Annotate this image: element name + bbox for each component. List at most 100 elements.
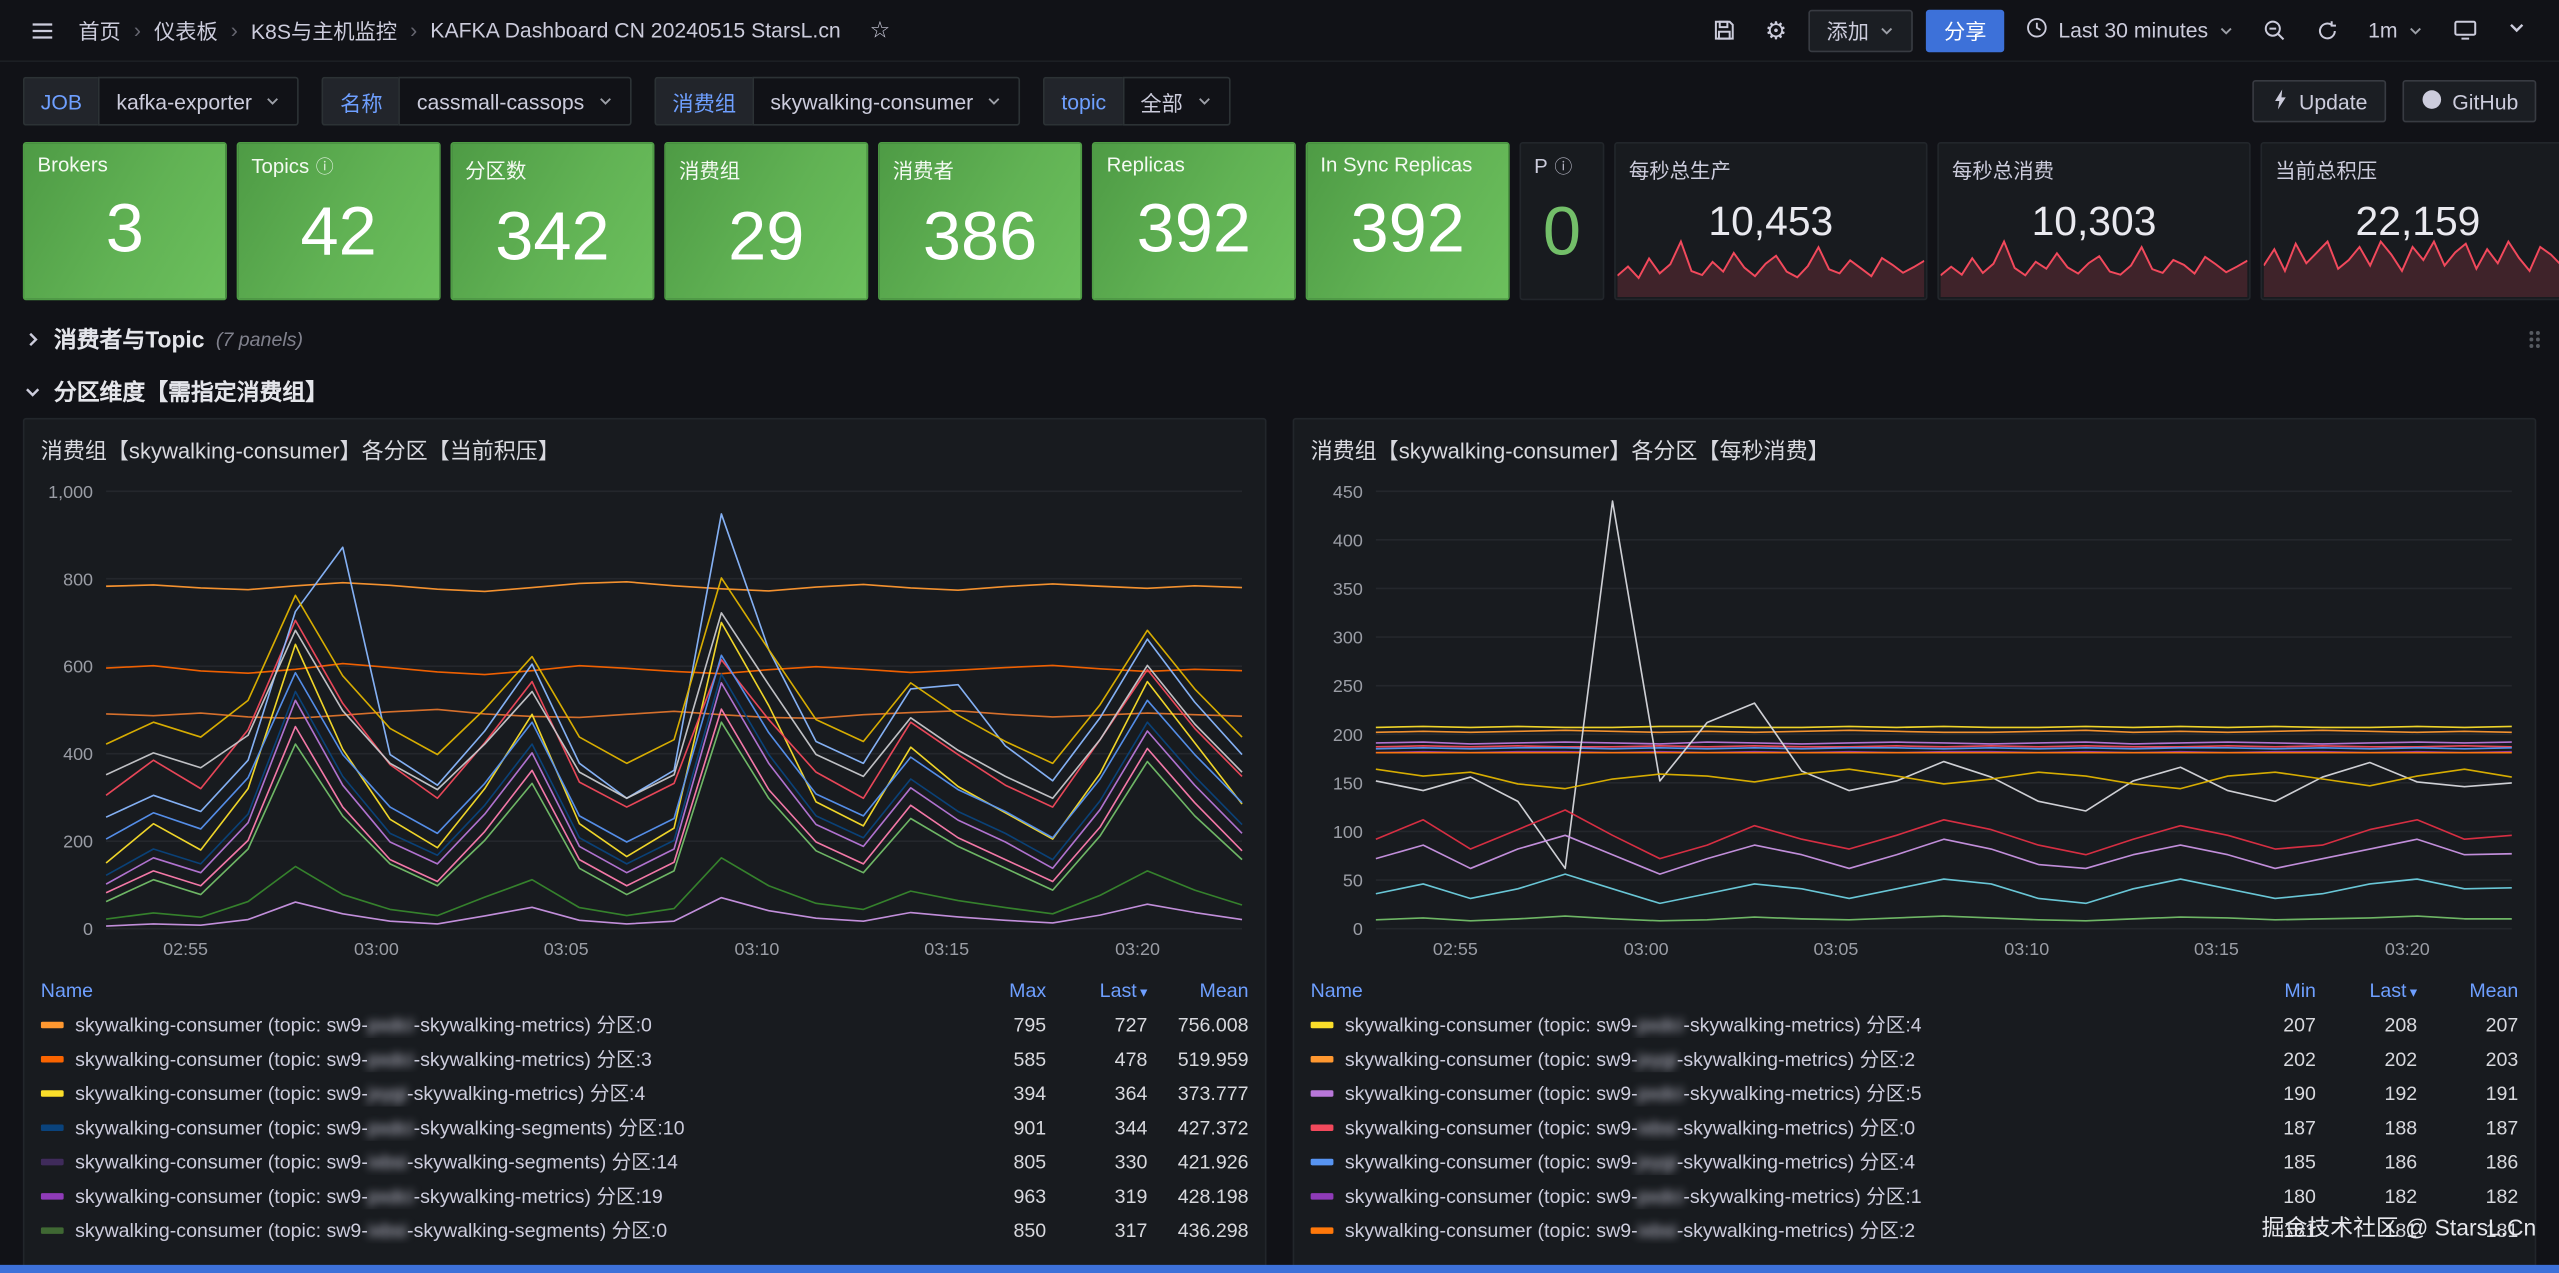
refresh-button[interactable]	[2308, 11, 2347, 50]
dashboard-links: Update GitHub	[2252, 80, 2537, 122]
legend-column-name[interactable]: Name	[41, 979, 945, 1002]
legend-row[interactable]: skywalking-consumer (topic: sw9-pxdci-sk…	[41, 1178, 1249, 1212]
legend-row[interactable]: skywalking-consumer (topic: sw9-pxdci-sk…	[1311, 1007, 2519, 1041]
row-panel-count: (7 panels)	[216, 328, 303, 351]
bottom-scroll-indicator[interactable]	[0, 1265, 2559, 1273]
drag-handle-icon[interactable]	[2526, 328, 2542, 356]
series-color-swatch	[1311, 1089, 1334, 1096]
stat-value: 42	[238, 183, 439, 281]
svg-text:03:05: 03:05	[1813, 939, 1858, 959]
top-nav: 首页 › 仪表板 › K8S与主机监控 › KAFKA Dashboard CN…	[0, 0, 2559, 62]
panel-title[interactable]: 消费组【skywalking-consumer】各分区【当前积压】	[24, 419, 1264, 468]
legend-value: 181	[2417, 1218, 2518, 1241]
legend-column-last[interactable]: Last▾	[1046, 979, 1147, 1002]
legend-row[interactable]: skywalking-consumer (topic: sw9-ixbsi-sk…	[41, 1144, 1249, 1178]
legend-value: 795	[945, 1013, 1046, 1036]
breadcrumb-folder[interactable]: K8S与主机监控	[251, 15, 397, 46]
legend-value: 188	[2316, 1116, 2417, 1139]
dashboard-settings-button[interactable]: ⚙	[1756, 11, 1795, 50]
variable-label: topic	[1043, 77, 1122, 126]
legend-column-mean[interactable]: Mean	[2417, 979, 2518, 1002]
sort-caret-icon: ▾	[2410, 984, 2417, 1000]
svg-text:200: 200	[1333, 725, 1363, 745]
legend-row[interactable]: skywalking-consumer (topic: sw9-jxygi-sk…	[1311, 1144, 2519, 1178]
series-color-swatch	[1311, 1124, 1334, 1131]
chart-canvas: 05010015020025030035040045002:5503:0003:…	[1301, 472, 2528, 965]
zoom-out-button[interactable]	[2255, 11, 2294, 50]
legend-row[interactable]: skywalking-consumer (topic: sw9-ixbsi-sk…	[1311, 1213, 2519, 1247]
svg-text:1,000: 1,000	[48, 482, 93, 502]
stat-title: 分区数	[452, 144, 653, 185]
row-header-consumers-topic[interactable]: 消费者与Topic (7 panels)	[0, 320, 2559, 359]
legend-row[interactable]: skywalking-consumer (topic: sw9-pxdci-sk…	[41, 1110, 1249, 1144]
redacted-text: ixbsi	[368, 1219, 407, 1242]
legend-column-last[interactable]: Last▾	[2316, 979, 2417, 1002]
row-header-partition-dimension[interactable]: 分区维度【需指定消费组】	[0, 372, 2559, 411]
variable-value-dropdown[interactable]: 全部	[1122, 77, 1230, 126]
legend-value: 427.372	[1147, 1116, 1248, 1139]
variable-value-dropdown[interactable]: skywalking-consumer	[752, 77, 1020, 126]
series-label: skywalking-consumer (topic: sw9-pxdci-sk…	[1345, 1182, 1922, 1210]
stat-title: Topicsⓘ	[238, 144, 439, 180]
legend-row[interactable]: skywalking-consumer (topic: sw9-pxdci-sk…	[1311, 1076, 2519, 1110]
legend-row[interactable]: skywalking-consumer (topic: sw9-jxygi-sk…	[1311, 1041, 2519, 1075]
favorite-star-button[interactable]: ☆	[860, 11, 899, 50]
sparkline	[2264, 235, 2559, 297]
stat-title: 每秒总生产	[1616, 144, 1926, 185]
legend-column-max[interactable]: Max	[945, 979, 1046, 1002]
add-button[interactable]: 添加	[1809, 9, 1913, 51]
stat-value: 342	[452, 188, 653, 286]
svg-text:03:10: 03:10	[735, 939, 780, 959]
legend-row[interactable]: skywalking-consumer (topic: sw9-ixbsi-sk…	[41, 1213, 1249, 1247]
add-button-label: 添加	[1827, 15, 1869, 46]
stat-title: 消费组	[666, 144, 867, 185]
time-range-picker[interactable]: Last 30 minutes	[2018, 9, 2243, 51]
svg-text:50: 50	[1343, 871, 1363, 891]
panel-title[interactable]: 消费组【skywalking-consumer】各分区【每秒消费】	[1294, 419, 2534, 468]
github-button[interactable]: GitHub	[2402, 80, 2537, 122]
variable-value-dropdown[interactable]: kafka-exporter	[98, 77, 299, 126]
timeseries-chart-consume-rate[interactable]: 05010015020025030035040045002:5503:0003:…	[1301, 472, 2528, 965]
timeseries-chart-backlog[interactable]: 02004006008001,00002:5503:0003:0503:1003…	[31, 472, 1258, 965]
save-dashboard-button[interactable]	[1704, 11, 1743, 50]
monitor-icon	[2452, 18, 2476, 42]
refresh-interval-dropdown[interactable]: 1m	[2360, 9, 2432, 51]
legend-column-mean[interactable]: Mean	[1147, 979, 1248, 1002]
update-button[interactable]: Update	[2252, 80, 2386, 122]
variable-value-dropdown[interactable]: cassmall-cassops	[399, 77, 632, 126]
legend-header: NameMinLast▾Mean	[1311, 974, 2519, 1007]
redacted-text: pxdci	[1638, 1185, 1684, 1208]
series-name: skywalking-consumer (topic: sw9-ixbsi-sk…	[41, 1216, 945, 1244]
refresh-interval-label: 1m	[2368, 18, 2397, 42]
breadcrumb-dashboards[interactable]: 仪表板	[154, 15, 218, 46]
collapse-topbar-button[interactable]	[2497, 11, 2536, 50]
legend-column-name[interactable]: Name	[1311, 979, 2215, 1002]
legend-column-min[interactable]: Min	[2215, 979, 2316, 1002]
legend-row[interactable]: skywalking-consumer (topic: sw9-jxygi-sk…	[41, 1076, 1249, 1110]
stat-title: Brokers	[24, 144, 225, 177]
legend-row[interactable]: skywalking-consumer (topic: sw9-pxdci-sk…	[41, 1041, 1249, 1075]
series-label: skywalking-consumer (topic: sw9-pxdci-sk…	[75, 1045, 652, 1073]
stat-value: 29	[666, 188, 867, 286]
breadcrumb-home[interactable]: 首页	[78, 15, 120, 46]
share-button[interactable]: 分享	[1926, 9, 2004, 51]
series-name: skywalking-consumer (topic: sw9-ixbsi-sk…	[41, 1147, 945, 1175]
legend-row[interactable]: skywalking-consumer (topic: sw9-ixbsi-sk…	[1311, 1110, 2519, 1144]
legend-value: 186	[2316, 1150, 2417, 1173]
row-title: 消费者与Topic	[54, 323, 205, 356]
svg-text:03:10: 03:10	[2004, 939, 2049, 959]
legend-value: 208	[2316, 1013, 2417, 1036]
svg-text:03:15: 03:15	[924, 939, 969, 959]
legend-row[interactable]: skywalking-consumer (topic: sw9-pxdci-sk…	[41, 1007, 1249, 1041]
info-icon[interactable]: ⓘ	[316, 158, 334, 178]
tv-mode-button[interactable]	[2445, 11, 2484, 50]
info-icon[interactable]: ⓘ	[1554, 158, 1572, 178]
legend-value: 421.926	[1147, 1150, 1248, 1173]
series-name: skywalking-consumer (topic: sw9-pxdci-sk…	[41, 1010, 945, 1038]
variable-current-value: skywalking-consumer	[770, 89, 973, 113]
series-color-swatch	[1311, 1227, 1334, 1234]
legend-row[interactable]: skywalking-consumer (topic: sw9-pxdci-sk…	[1311, 1178, 2519, 1212]
grafana-dashboard: 首页 › 仪表板 › K8S与主机监控 › KAFKA Dashboard CN…	[0, 0, 2559, 1273]
menu-toggle-button[interactable]	[23, 11, 62, 50]
svg-text:02:55: 02:55	[163, 939, 208, 959]
